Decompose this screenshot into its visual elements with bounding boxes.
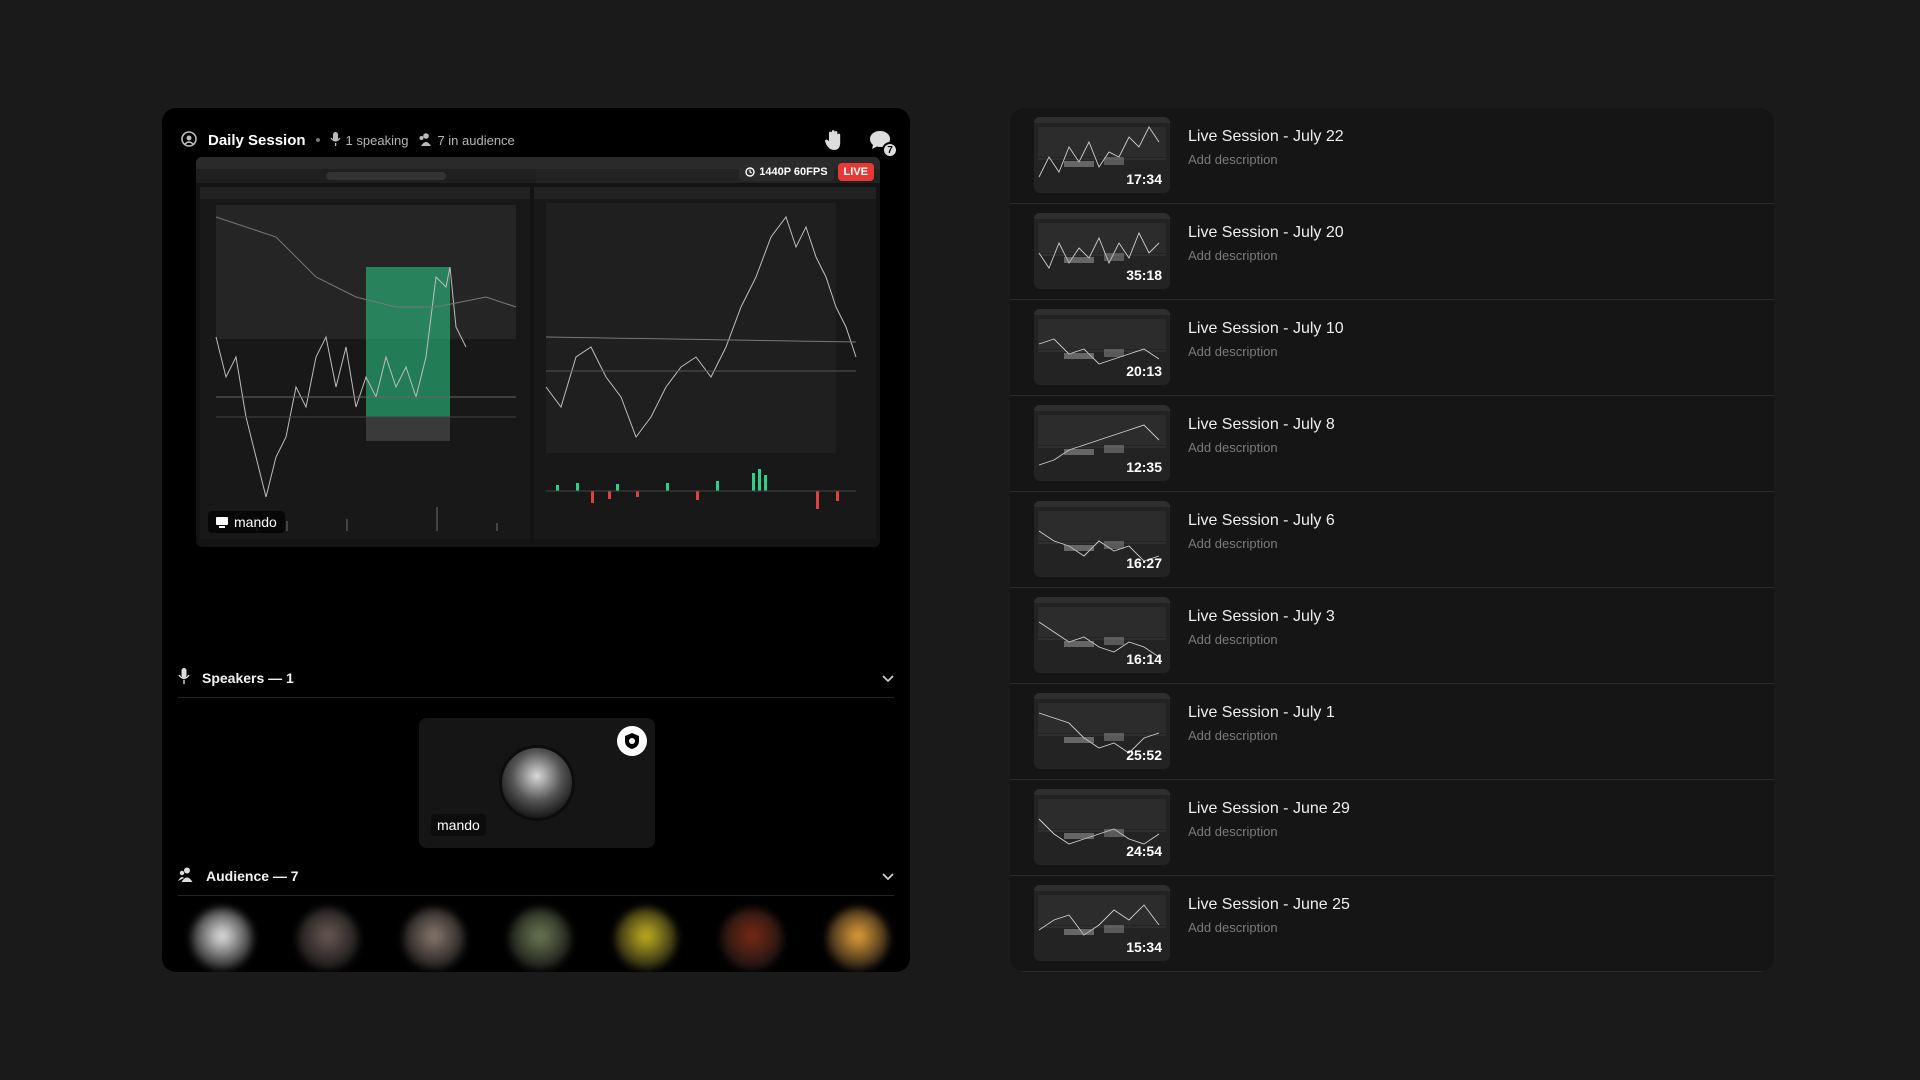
audience-icon (418, 132, 432, 149)
session-description[interactable]: Add description (1188, 824, 1278, 839)
session-duration: 24:54 (1126, 843, 1162, 859)
microphone-icon (330, 131, 341, 149)
session-duration: 15:34 (1126, 939, 1162, 955)
session-description[interactable]: Add description (1188, 248, 1278, 263)
session-list-item[interactable]: 25:52 Live Session - July 1 Add descriptio… (1010, 684, 1774, 780)
audience-count: 7 in audience (437, 132, 515, 148)
session-duration: 16:27 (1126, 555, 1162, 571)
screen-share[interactable]: 1440P 60FPS LIVE mando (196, 157, 880, 547)
audience-label: Audience — 7 (206, 867, 299, 884)
speaker-name: mando (431, 814, 486, 836)
notification-badge: 7 (882, 142, 898, 158)
session-description[interactable]: Add description (1188, 152, 1278, 167)
avatar (615, 908, 677, 970)
session-list-item[interactable]: 15:34 Live Session - June 25 Add descripti… (1010, 876, 1774, 972)
session-thumbnail[interactable]: 24:54 (1034, 789, 1170, 865)
audience-list (190, 908, 890, 972)
raise-hand-icon[interactable] (822, 128, 846, 152)
session-title[interactable]: Live Session - July 10 (1188, 320, 1344, 338)
session-title[interactable]: Live Session - July 3 (1188, 608, 1335, 626)
chevron-down-icon[interactable] (882, 670, 894, 686)
stream-user-tag: mando (208, 511, 285, 533)
audience-icon (178, 866, 194, 885)
session-thumbnail[interactable]: 15:34 (1034, 885, 1170, 961)
microphone-icon (178, 668, 190, 687)
chevron-down-icon[interactable] (882, 868, 894, 884)
session-title[interactable]: Live Session - July 6 (1188, 512, 1335, 530)
stage-title: Daily Session (208, 131, 306, 149)
stream-quality-badge: 1440P 60FPS (739, 163, 834, 181)
speaking-count: 1 speaking (345, 132, 409, 148)
audience-member[interactable] (720, 908, 784, 972)
session-description[interactable]: Add description (1188, 440, 1278, 455)
speaker-avatar (499, 745, 575, 821)
session-thumbnail[interactable]: 16:14 (1034, 597, 1170, 673)
session-thumbnail[interactable]: 17:34 (1034, 117, 1170, 193)
audience-member[interactable] (402, 908, 466, 972)
session-duration: 35:18 (1126, 267, 1162, 283)
session-duration: 20:13 (1126, 363, 1162, 379)
session-description[interactable]: Add description (1188, 728, 1278, 743)
separator-dot (315, 138, 320, 142)
session-description[interactable]: Add description (1188, 920, 1278, 935)
session-title[interactable]: Live Session - July 1 (1188, 704, 1335, 722)
session-description[interactable]: Add description (1188, 536, 1278, 551)
audience-member[interactable] (508, 908, 572, 972)
screen-share-content (196, 157, 880, 547)
speakers-section-header[interactable]: Speakers — 1 (178, 658, 894, 698)
avatar (721, 908, 783, 970)
session-thumbnail[interactable]: 16:27 (1034, 501, 1170, 577)
session-duration: 12:35 (1126, 459, 1162, 475)
audience-member[interactable] (296, 908, 360, 972)
session-list: 17:34 Live Session - July 22 Add descripti… (1010, 108, 1774, 972)
stream-quality-icon (745, 167, 755, 177)
stage-panel: Daily Session 1 speaking 7 in audience 7 (162, 108, 910, 972)
stream-user-name: mando (234, 514, 277, 530)
session-thumbnail[interactable]: 35:18 (1034, 213, 1170, 289)
avatar (827, 908, 889, 970)
session-description[interactable]: Add description (1188, 632, 1278, 647)
session-title[interactable]: Live Session - June 29 (1188, 800, 1350, 818)
session-title[interactable]: Live Session - July 20 (1188, 224, 1344, 242)
speaker-tile[interactable]: mando (419, 718, 655, 848)
speakers-label: Speakers — 1 (202, 669, 294, 686)
screen-icon (216, 516, 228, 528)
session-duration: 17:34 (1126, 171, 1162, 187)
session-description[interactable]: Add description (1188, 344, 1278, 359)
avatar (191, 908, 253, 970)
avatar (403, 908, 465, 970)
session-title[interactable]: Live Session - July 8 (1188, 416, 1335, 434)
moderator-badge-icon (617, 726, 647, 756)
chat-icon[interactable]: 7 (868, 128, 898, 158)
session-thumbnail[interactable]: 12:35 (1034, 405, 1170, 481)
audience-member[interactable] (190, 908, 254, 972)
stream-quality-label: 1440P 60FPS (759, 166, 828, 178)
session-list-item[interactable]: 17:34 Live Session - July 22 Add descripti… (1010, 108, 1774, 204)
avatar (297, 908, 359, 970)
audience-member[interactable] (614, 908, 678, 972)
live-badge: LIVE (837, 163, 874, 181)
session-list-item[interactable]: 20:13 Live Session - July 10 Add descripti… (1010, 300, 1774, 396)
session-list-item[interactable]: 12:35 Live Session - July 8 Add descriptio… (1010, 396, 1774, 492)
session-list-item[interactable]: 35:18 Live Session - July 20 Add descripti… (1010, 204, 1774, 300)
session-duration: 16:14 (1126, 651, 1162, 667)
session-duration: 25:52 (1126, 747, 1162, 763)
audience-section-header[interactable]: Audience — 7 (178, 856, 894, 896)
stream-tags: 1440P 60FPS LIVE (739, 163, 874, 181)
stage-icon (180, 130, 198, 151)
session-thumbnail[interactable]: 25:52 (1034, 693, 1170, 769)
avatar (509, 908, 571, 970)
stage-header: Daily Session 1 speaking 7 in audience 7 (180, 120, 898, 160)
session-title[interactable]: Live Session - June 25 (1188, 896, 1350, 914)
session-list-item[interactable]: 24:54 Live Session - June 29 Add descripti… (1010, 780, 1774, 876)
session-list-item[interactable]: 16:14 Live Session - July 3 Add descriptio… (1010, 588, 1774, 684)
session-thumbnail[interactable]: 20:13 (1034, 309, 1170, 385)
session-list-item[interactable]: 16:27 Live Session - July 6 Add descriptio… (1010, 492, 1774, 588)
session-title[interactable]: Live Session - July 22 (1188, 128, 1344, 146)
audience-member[interactable] (826, 908, 890, 972)
